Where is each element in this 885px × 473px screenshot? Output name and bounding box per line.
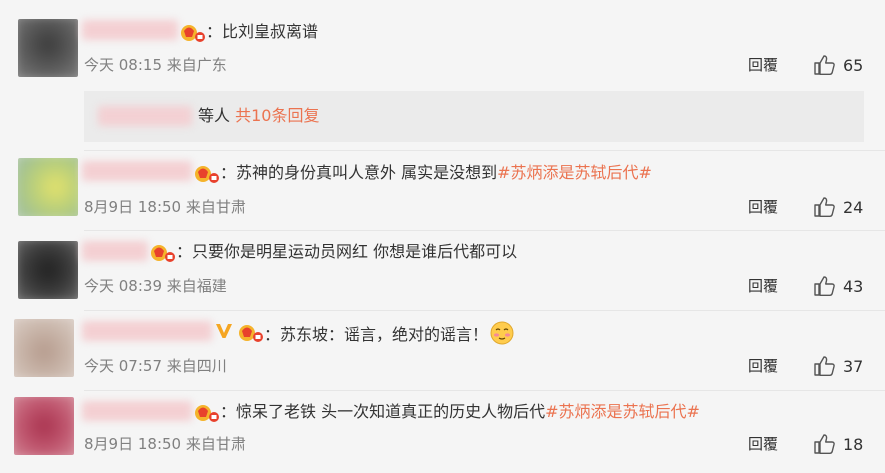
reply-button[interactable]: 回覆 <box>748 356 778 376</box>
like-button[interactable]: 37 <box>813 355 863 377</box>
like-count: 37 <box>843 356 864 376</box>
comment-location: 来自甘肃 <box>185 435 246 453</box>
comment-text: ：只要你是明星运动员网红 你想是谁后代都可以 <box>176 241 517 263</box>
verified-v-icon <box>216 324 232 338</box>
like-count: 65 <box>843 55 864 75</box>
avatar[interactable] <box>18 158 78 216</box>
comment-text-body: ：比刘皇叔离谱 <box>206 22 319 41</box>
like-button[interactable]: 65 <box>813 54 863 76</box>
thumbs-up-icon <box>814 55 835 75</box>
comment-time: 今天 08:39 <box>84 277 162 295</box>
thumbs-up-icon <box>814 197 835 217</box>
comment-meta: 8月9日 18:50 来自甘肃 <box>84 434 246 454</box>
comment-meta: 8月9日 18:50 来自甘肃 <box>84 197 246 217</box>
avatar[interactable] <box>18 19 78 77</box>
comment-text: ：苏东坡：谣言，绝对的谣言！ <box>264 321 514 346</box>
comment-location: 来自广东 <box>166 56 227 74</box>
view-replies-link[interactable]: 共10条回复 <box>235 106 319 125</box>
reply-button[interactable]: 回覆 <box>748 197 778 217</box>
comment-time: 今天 07:57 <box>84 357 162 375</box>
comment-item: ：苏神的身份真叫人意外 属实是没想到#苏炳添是苏轼后代# 8月9日 18:50 … <box>0 151 885 231</box>
comment-text-body: ：苏神的身份真叫人意外 属实是没想到 <box>220 163 498 182</box>
username-blurred[interactable] <box>82 161 192 181</box>
comment-item: ：苏东坡：谣言，绝对的谣言！ 今天 07:57 来自四川 回覆 37 <box>0 311 885 391</box>
username-blurred[interactable] <box>82 321 212 341</box>
thumbs-up-icon <box>814 434 835 454</box>
comment-location: 来自福建 <box>166 277 227 295</box>
comment-text: ：苏神的身份真叫人意外 属实是没想到#苏炳添是苏轼后代# <box>220 162 652 184</box>
comment-time: 8月9日 18:50 <box>84 198 182 216</box>
fan-badge-icon <box>151 245 175 262</box>
hashtag-link[interactable]: #苏炳添是苏轼后代# <box>545 402 700 421</box>
like-count: 43 <box>843 276 864 296</box>
comment-text-body: ：惊呆了老铁 头一次知道真正的历史人物后代 <box>220 402 546 421</box>
comment-time: 8月9日 18:50 <box>84 435 182 453</box>
like-button[interactable]: 24 <box>813 196 863 218</box>
comment-time: 今天 08:15 <box>84 56 162 74</box>
comment-meta: 今天 08:39 来自福建 <box>84 276 227 296</box>
comment-location: 来自四川 <box>166 357 227 375</box>
fan-badge-icon <box>195 405 219 422</box>
thumbs-up-icon <box>814 276 835 296</box>
comment-text: ：比刘皇叔离谱 <box>206 21 318 43</box>
comment-location: 来自甘肃 <box>185 198 246 216</box>
reply-button[interactable]: 回覆 <box>748 434 778 454</box>
reply-thread-label: 等人 共10条回复 <box>198 105 319 127</box>
comment-meta: 今天 07:57 来自四川 <box>84 356 227 376</box>
blushing-face-emoji <box>490 321 514 345</box>
comment-text: ：惊呆了老铁 头一次知道真正的历史人物后代#苏炳添是苏轼后代# <box>220 401 700 423</box>
username-blurred[interactable] <box>82 401 192 421</box>
thumbs-up-icon <box>814 356 835 376</box>
reply-thread-summary[interactable]: 等人 共10条回复 <box>84 91 864 142</box>
like-button[interactable]: 43 <box>813 275 863 297</box>
fan-badge-icon <box>181 25 205 42</box>
username-blurred[interactable] <box>82 20 178 40</box>
avatar[interactable] <box>18 241 78 299</box>
reply-username-blurred <box>98 106 192 126</box>
username-blurred[interactable] <box>82 241 148 261</box>
comment-item: ：惊呆了老铁 头一次知道真正的历史人物后代#苏炳添是苏轼后代# 8月9日 18:… <box>0 391 885 473</box>
reply-button[interactable]: 回覆 <box>748 276 778 296</box>
hashtag-link[interactable]: #苏炳添是苏轼后代# <box>497 163 652 182</box>
comment-item: ：只要你是明星运动员网红 你想是谁后代都可以 今天 08:39 来自福建 回覆 … <box>0 231 885 311</box>
avatar[interactable] <box>14 397 74 455</box>
like-count: 24 <box>843 197 864 217</box>
comment-meta: 今天 08:15 来自广东 <box>84 55 227 75</box>
like-button[interactable]: 18 <box>813 433 863 455</box>
fan-badge-icon <box>195 166 219 183</box>
like-count: 18 <box>843 434 864 454</box>
comment-item: ：比刘皇叔离谱 今天 08:15 来自广东 回覆 65 <box>0 0 885 88</box>
fan-badge-icon <box>239 325 263 342</box>
comment-text-body: ：只要你是明星运动员网红 你想是谁后代都可以 <box>176 242 518 261</box>
comment-text-body: ：苏东坡：谣言，绝对的谣言！ <box>264 325 489 344</box>
avatar[interactable] <box>14 319 74 377</box>
reply-thread-prefix: 等人 <box>198 106 231 125</box>
reply-button[interactable]: 回覆 <box>748 55 778 75</box>
